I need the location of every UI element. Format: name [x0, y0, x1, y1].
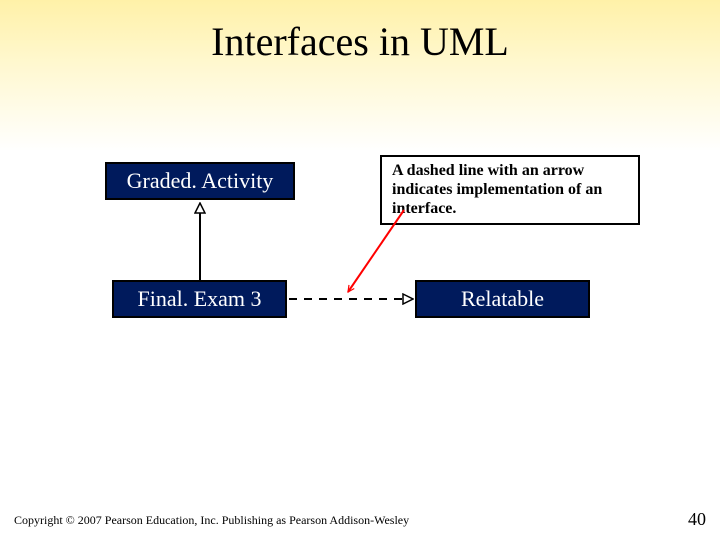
class-box-relatable: Relatable	[415, 280, 590, 318]
slide-title: Interfaces in UML	[0, 18, 720, 65]
class-box-label: Final. Exam 3	[137, 286, 261, 312]
copyright-footer: Copyright © 2007 Pearson Education, Inc.…	[14, 513, 409, 528]
note-box: A dashed line with an arrow indicates im…	[380, 155, 640, 225]
page-number: 40	[688, 509, 706, 530]
note-text: A dashed line with an arrow indicates im…	[392, 162, 602, 217]
arrows-overlay	[0, 0, 720, 540]
slide: Interfaces in UML Graded. Activity Final…	[0, 0, 720, 540]
class-box-final-exam: Final. Exam 3	[112, 280, 287, 318]
class-box-label: Graded. Activity	[127, 168, 274, 194]
class-box-label: Relatable	[461, 286, 544, 312]
class-box-graded-activity: Graded. Activity	[105, 162, 295, 200]
